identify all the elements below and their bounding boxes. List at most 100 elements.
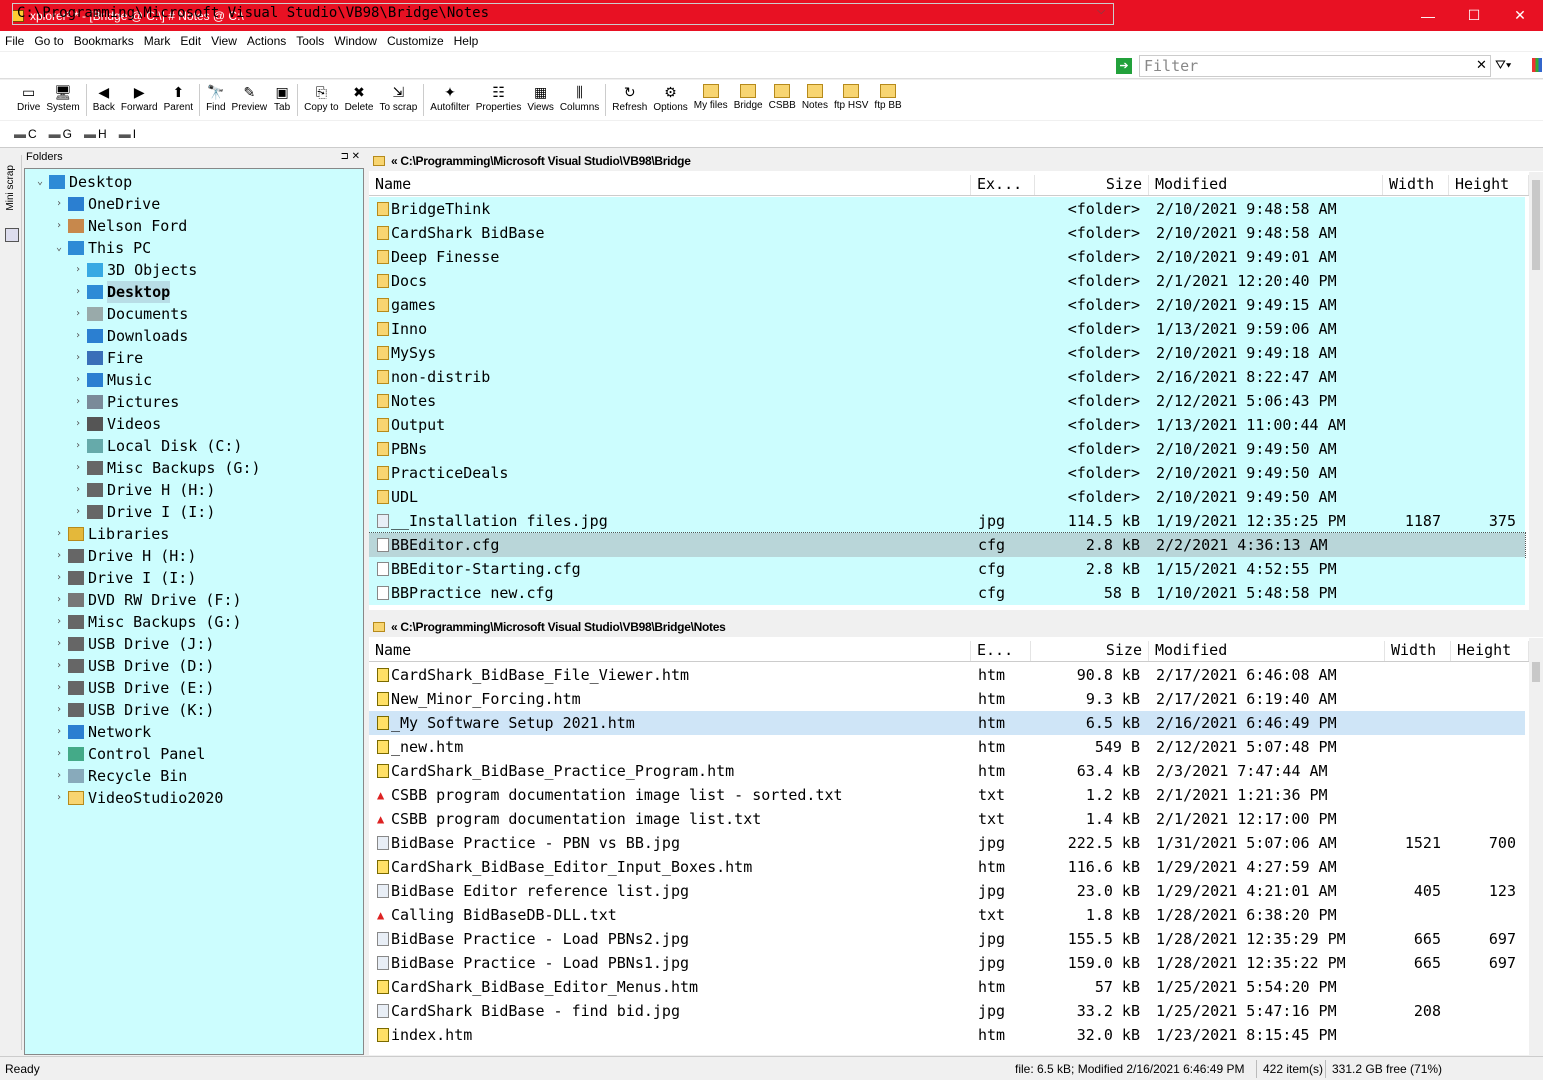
file-row[interactable]: CardShark BidBase <folder> 2/10/2021 9:48:… (369, 221, 1525, 245)
column-name[interactable]: Name (369, 175, 971, 195)
tree-item[interactable]: › Drive H (H:) (52, 545, 196, 567)
tree-item[interactable]: › USB Drive (J:) (52, 633, 214, 655)
expand-closed-icon[interactable]: › (52, 589, 66, 611)
expand-closed-icon[interactable]: › (71, 259, 85, 281)
toolbar-autofilter-button[interactable]: ✦ Autofilter (430, 80, 469, 114)
drive-icon[interactable]: ▬ (49, 127, 61, 141)
toolbar-refresh-button[interactable]: ↻ Refresh (612, 80, 647, 114)
file-row[interactable]: _My Software Setup 2021.htm htm 6.5 kB 2/16… (369, 711, 1525, 735)
tree-item[interactable]: › Libraries (52, 523, 169, 545)
file-row[interactable]: PBNs <folder> 2/10/2021 9:49:50 AM (369, 437, 1525, 461)
menu-view[interactable]: View (206, 34, 242, 48)
expand-closed-icon[interactable]: › (71, 479, 85, 501)
toolbar-preview-button[interactable]: ✎ Preview (232, 80, 268, 114)
expand-closed-icon[interactable]: › (52, 567, 66, 589)
file-row[interactable]: PracticeDeals <folder> 2/10/2021 9:49:50 A… (369, 461, 1525, 485)
vertical-scrollbar[interactable] (1529, 172, 1543, 610)
menu-mark[interactable]: Mark (139, 34, 176, 48)
file-row[interactable]: CardShark_BidBase_Editor_Input_Boxes.htm… (369, 855, 1525, 879)
folder-tree[interactable]: ⌄ Desktop › OneDrive › Nelson Ford ⌄ This PC › 3D… (24, 168, 364, 1055)
tree-item[interactable]: ⌄ Desktop (33, 171, 132, 193)
chevron-down-icon[interactable]: ⌵ (1097, 5, 1105, 18)
file-row[interactable]: BidBase Practice - Load PBNs2.jpg jpg 155.… (369, 927, 1525, 951)
drive-icon[interactable]: ▬ (14, 127, 26, 141)
go-icon[interactable]: ➔ (1116, 58, 1132, 74)
file-row[interactable]: games <folder> 2/10/2021 9:49:15 AM (369, 293, 1525, 317)
file-row[interactable]: BBEditor-Starting.cfg cfg 2.8 kB 1/15/2021 … (369, 557, 1525, 581)
column-modified[interactable]: Modified (1149, 641, 1385, 661)
expand-closed-icon[interactable]: › (52, 633, 66, 655)
file-row[interactable]: UDL <folder> 2/10/2021 9:49:50 AM (369, 485, 1525, 509)
tree-item[interactable]: › USB Drive (E:) (52, 677, 214, 699)
expand-closed-icon[interactable]: › (71, 325, 85, 347)
toolbar-columns-button[interactable]: ⫼ Columns (560, 80, 599, 114)
toolbar-notes-button[interactable]: Notes (802, 80, 828, 112)
file-row[interactable]: BidBase Editor reference list.jpg jpg 23.0… (369, 879, 1525, 903)
file-row[interactable]: index.htm htm 32.0 kB 1/23/2021 8:15:45 PM (369, 1023, 1525, 1047)
column-height[interactable]: Height (1451, 641, 1529, 661)
tree-item[interactable]: › Desktop (71, 281, 171, 303)
menu-edit[interactable]: Edit (175, 34, 206, 48)
column-ext[interactable]: Ex... (971, 175, 1035, 195)
file-row[interactable]: CardShark BidBase - find bid.jpg jpg 33.2 … (369, 999, 1525, 1023)
tree-item[interactable]: › Nelson Ford (52, 215, 187, 237)
file-row[interactable]: ▲ Calling BidBaseDB-DLL.txt txt 1.8 kB 1/28/… (369, 903, 1525, 927)
tree-item[interactable]: › Drive H (H:) (71, 479, 215, 501)
file-row[interactable]: ▲ CSBB program documentation image list.t… (369, 807, 1525, 831)
file-row[interactable]: BridgeThink <folder> 2/10/2021 9:48:58 AM (369, 197, 1525, 221)
tree-item[interactable]: ⌄ This PC (52, 237, 151, 259)
scrap-icon[interactable] (5, 228, 19, 242)
file-row[interactable]: CardShark_BidBase_File_Viewer.htm htm 90.8… (369, 663, 1525, 687)
file-row[interactable]: Notes <folder> 2/12/2021 5:06:43 PM (369, 389, 1525, 413)
toolbar-properties-button[interactable]: ☷ Properties (476, 80, 522, 114)
minimize-button[interactable]: — (1405, 0, 1451, 31)
mini-scrap-panel[interactable]: Mini scrap (2, 155, 22, 1050)
column-size[interactable]: Size (1035, 175, 1149, 195)
close-button[interactable]: ✕ (1497, 0, 1543, 31)
menu-help[interactable]: Help (449, 34, 484, 48)
toolbar-my-files-button[interactable]: My files (694, 80, 728, 112)
file-row[interactable]: MySys <folder> 2/10/2021 9:49:18 AM (369, 341, 1525, 365)
file-row[interactable]: CardShark_BidBase_Practice_Program.htm ht… (369, 759, 1525, 783)
expand-closed-icon[interactable]: › (71, 391, 85, 413)
tree-item[interactable]: › Downloads (71, 325, 188, 347)
address-bar[interactable]: C:\Programming\Microsoft Visual Studio\V… (12, 3, 1114, 25)
menu-actions[interactable]: Actions (242, 34, 291, 48)
file-row[interactable]: Output <folder> 1/13/2021 11:00:44 AM (369, 413, 1525, 437)
tree-item[interactable]: › Pictures (71, 391, 179, 413)
file-row[interactable]: BidBase Practice - Load PBNs1.jpg jpg 159.… (369, 951, 1525, 975)
file-row[interactable]: CardShark_BidBase_Editor_Menus.htm htm 57 … (369, 975, 1525, 999)
drive-icon[interactable]: ▬ (119, 127, 131, 141)
expand-closed-icon[interactable]: › (52, 765, 66, 787)
expand-closed-icon[interactable]: › (71, 369, 85, 391)
tree-item[interactable]: › Network (52, 721, 151, 743)
menu-customize[interactable]: Customize (382, 34, 449, 48)
tree-item[interactable]: › Drive I (I:) (52, 567, 196, 589)
tree-item[interactable]: › Control Panel (52, 743, 205, 765)
expand-closed-icon[interactable]: › (52, 523, 66, 545)
toolbar-options-button[interactable]: ⚙ Options (653, 80, 687, 114)
expand-closed-icon[interactable]: › (71, 347, 85, 369)
drive-g[interactable]: G (63, 127, 72, 141)
column-name[interactable]: Name (369, 641, 971, 661)
expand-closed-icon[interactable]: › (52, 743, 66, 765)
drive-h[interactable]: H (98, 127, 107, 141)
tree-item[interactable]: › 3D Objects (71, 259, 197, 281)
tree-item[interactable]: › USB Drive (D:) (52, 655, 214, 677)
toolbar-delete-button[interactable]: ✖ Delete (345, 80, 374, 114)
tree-item[interactable]: › Misc Backups (G:) (52, 611, 242, 633)
toolbar-drive-button[interactable]: ▭ Drive (17, 80, 40, 114)
toolbar-csbb-button[interactable]: CSBB (769, 80, 796, 112)
expand-closed-icon[interactable]: › (52, 787, 66, 809)
tree-item[interactable]: › OneDrive (52, 193, 160, 215)
toolbar-copy-to-button[interactable]: ⎘ Copy to (304, 80, 338, 114)
expand-closed-icon[interactable]: › (52, 655, 66, 677)
expand-closed-icon[interactable]: › (71, 435, 85, 457)
toolbar-find-button[interactable]: 🔭 Find (206, 80, 225, 114)
column-height[interactable]: Height (1449, 175, 1529, 195)
file-row[interactable]: BBPractice new.cfg cfg 58 B 1/10/2021 5:48:… (369, 581, 1525, 605)
tree-item[interactable]: › Music (71, 369, 152, 391)
tree-item[interactable]: › Documents (71, 303, 188, 325)
expand-closed-icon[interactable]: › (52, 677, 66, 699)
file-row[interactable]: New_Minor_Forcing.htm htm 9.3 kB 2/17/2021 … (369, 687, 1525, 711)
